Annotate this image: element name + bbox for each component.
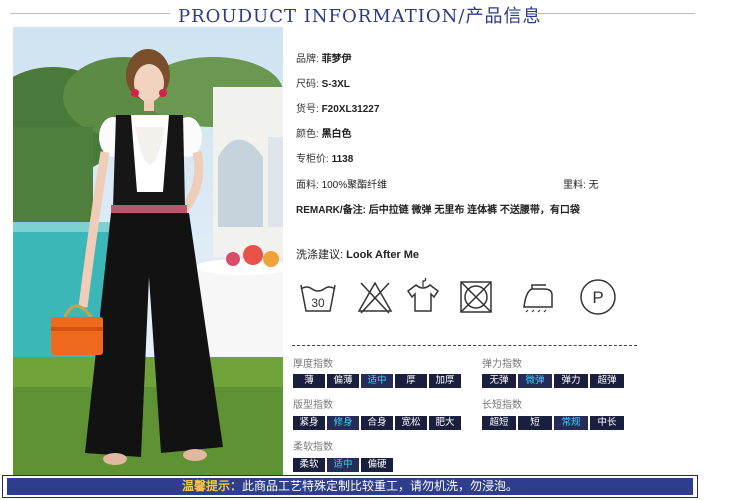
fit-title: 版型指数 xyxy=(293,400,333,411)
fit-chip: 紧身 xyxy=(293,416,325,430)
length-chip: 短 xyxy=(518,416,552,430)
length-chip: 超短 xyxy=(482,416,516,430)
brand-value: 菲梦伊 xyxy=(321,54,352,65)
notice-text: 此商品工艺特殊定制比较重工，请勿机洗，勿浸泡。 xyxy=(242,479,519,493)
sku-label: 货号: xyxy=(296,104,319,115)
header-title: PROUDUCT INFORMATION/产品信息 xyxy=(178,6,542,27)
thickness-chip: 加厚 xyxy=(429,374,461,388)
remark-value: 后中拉链 微弹 无里布 连体裤 不送腰带，有口袋 xyxy=(368,205,580,216)
no-tumble-dry-icon xyxy=(456,277,496,317)
elasticity-chip: 无弹 xyxy=(482,374,516,388)
price-value: 1138 xyxy=(331,154,354,165)
wash-temp: 30 xyxy=(311,296,325,310)
thickness-chip-selected: 适中 xyxy=(361,374,393,388)
remark-label: REMARK/备注: xyxy=(296,205,366,216)
size-label: 尺码: xyxy=(296,79,319,90)
lining-value: 无 xyxy=(588,180,599,191)
brand-label: 品牌: xyxy=(296,54,319,65)
notice-key: 温馨提示： xyxy=(181,479,242,493)
softness-chip: 偏硬 xyxy=(361,458,393,472)
care-value: Look After Me xyxy=(346,249,420,261)
no-bleach-icon xyxy=(355,277,395,317)
thickness-title: 厚度指数 xyxy=(293,359,333,370)
sku-value: F20XL31227 xyxy=(321,104,380,115)
info-lining: 里料: 无 xyxy=(563,176,599,191)
elasticity-chip-selected: 微弹 xyxy=(518,374,552,388)
header-rule-left xyxy=(10,13,170,14)
softness-chip: 柔软 xyxy=(293,458,325,472)
color-label: 颜色: xyxy=(296,129,319,140)
info-price: 专柜价: 1138 xyxy=(296,150,353,165)
notice-banner: 温馨提示：此商品工艺特殊定制比较重工，请勿机洗，勿浸泡。 xyxy=(2,475,698,498)
softness-chip-selected: 适中 xyxy=(327,458,359,472)
product-photo xyxy=(13,27,283,475)
fit-chips: 紧身 修身 合身 宽松 肥大 xyxy=(293,416,461,430)
section-divider xyxy=(292,345,637,346)
thickness-chip: 薄 xyxy=(293,374,325,388)
care-title: 洗涤建议: Look After Me xyxy=(296,246,419,262)
fabric-label: 面料: xyxy=(296,180,319,191)
care-label: 洗涤建议: xyxy=(296,249,344,261)
fit-chip: 肥大 xyxy=(429,416,461,430)
softness-chips: 柔软 适中 偏硬 xyxy=(293,458,393,472)
info-sku: 货号: F20XL31227 xyxy=(296,100,379,115)
header-rule-right xyxy=(535,13,695,14)
notice-banner-inner: 温馨提示：此商品工艺特殊定制比较重工，请勿机洗，勿浸泡。 xyxy=(7,478,693,495)
softness-title: 柔软指数 xyxy=(293,442,333,453)
info-remark: REMARK/备注: 后中拉链 微弹 无里布 连体裤 不送腰带，有口袋 xyxy=(296,201,580,216)
elasticity-chips: 无弹 微弹 弹力 超弹 xyxy=(482,374,624,388)
price-label: 专柜价: xyxy=(296,154,329,165)
dry-clean-p-icon: P xyxy=(578,277,618,317)
dry-clean-letter: P xyxy=(592,288,603,307)
length-title: 长短指数 xyxy=(482,400,522,411)
info-color: 颜色: 黑白色 xyxy=(296,125,352,140)
section-header: PROUDUCT INFORMATION/产品信息 xyxy=(0,0,730,30)
elasticity-chip: 弹力 xyxy=(554,374,588,388)
fit-chip: 宽松 xyxy=(395,416,427,430)
fit-chip: 合身 xyxy=(361,416,393,430)
length-chip-selected: 常规 xyxy=(554,416,588,430)
elasticity-title: 弹力指数 xyxy=(482,359,522,370)
iron-icon xyxy=(518,277,558,317)
size-value: S-3XL xyxy=(321,79,350,90)
thickness-chips: 薄 偏薄 适中 厚 加厚 xyxy=(293,374,461,388)
wash-30-icon: 30 xyxy=(298,277,338,317)
length-chips: 超短 短 常规 中长 xyxy=(482,416,624,430)
thickness-chip: 厚 xyxy=(395,374,427,388)
info-brand: 品牌: 菲梦伊 xyxy=(296,50,352,65)
lining-label: 里料: xyxy=(563,180,586,191)
hang-dry-icon xyxy=(403,277,443,317)
color-value: 黑白色 xyxy=(321,129,352,140)
fabric-value: 100%聚酯纤维 xyxy=(321,180,388,191)
info-fabric: 面料: 100%聚酯纤维 xyxy=(296,176,387,191)
length-chip: 中长 xyxy=(590,416,624,430)
elasticity-chip: 超弹 xyxy=(590,374,624,388)
thickness-chip: 偏薄 xyxy=(327,374,359,388)
info-size: 尺码: S-3XL xyxy=(296,75,350,90)
fit-chip-selected: 修身 xyxy=(327,416,359,430)
